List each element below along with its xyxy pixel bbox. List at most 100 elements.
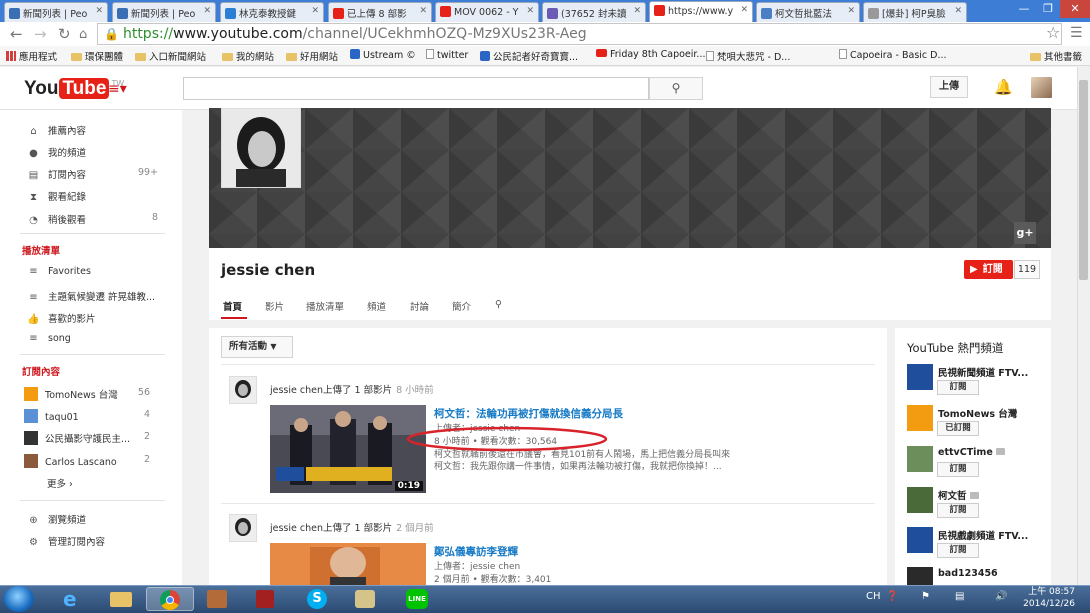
popular-channel-thumbnail[interactable] — [907, 405, 933, 431]
subscribe-button[interactable]: ▶ 訂閱 — [964, 260, 1013, 279]
sidebar-item[interactable]: ⧗ 觀看紀錄 — [27, 189, 86, 203]
popular-channel-subscribe-button[interactable]: 訂閱 — [937, 543, 979, 558]
sidebar-more-link[interactable]: 更多 › — [47, 476, 73, 490]
tab-close-icon[interactable]: ✕ — [526, 6, 534, 16]
avatar[interactable] — [1031, 77, 1052, 98]
feed-avatar[interactable] — [229, 376, 257, 404]
flag-icon[interactable]: ⚑ — [921, 591, 930, 602]
browser-tab[interactable]: [爆卦] 柯P臭臉 ✕ — [863, 2, 967, 22]
sidebar-playlist-item[interactable]: ≡ Favorites — [27, 266, 91, 277]
chrome-taskbar-icon[interactable] — [146, 587, 194, 611]
bookmark-item[interactable]: 梵唄大悲咒 - D... — [706, 49, 790, 63]
language-indicator[interactable]: CH — [866, 591, 881, 602]
channel-tab[interactable]: 頻道 — [367, 299, 386, 313]
minimize-icon[interactable]: — — [1012, 0, 1036, 18]
channel-tab[interactable]: 首頁 — [223, 299, 242, 313]
channel-tab[interactable]: 討論 — [410, 299, 429, 313]
popular-channel-thumbnail[interactable] — [907, 487, 933, 513]
channel-tab[interactable]: 影片 — [265, 299, 284, 313]
feed-actor[interactable]: jessie chen上傳了 1 部影片 — [270, 385, 392, 396]
sidebar-playlist-item[interactable]: ≡ 主題氣候變遷 許晃雄教... — [27, 289, 155, 303]
media-taskbar-icon[interactable] — [242, 587, 290, 611]
browser-tab[interactable]: (37652 封未讀 ✕ — [542, 2, 646, 22]
channel-tab[interactable]: 簡介 — [452, 299, 471, 313]
address-bar[interactable]: 🔒 https://www.youtube.com/channel/UCekhmh… — [97, 23, 1062, 45]
bookmark-item[interactable]: Ustream © — [350, 49, 416, 61]
browser-tab[interactable]: 新聞列表 | Peo ✕ — [4, 2, 108, 22]
bookmark-item[interactable]: 入口新聞網站 — [135, 49, 206, 63]
bookmark-item[interactable]: 我的網站 — [222, 49, 274, 63]
channel-search-icon[interactable]: ⚲ — [495, 299, 502, 310]
browser-tab[interactable]: 柯文哲批藍法 ✕ — [756, 2, 860, 22]
line-taskbar-icon[interactable]: LINE — [393, 587, 441, 611]
popular-channel-name[interactable]: 民視戲劇頻道 FTV... — [938, 528, 1028, 542]
bookmark-item[interactable]: 好用網站 — [286, 49, 338, 63]
browser-tab[interactable]: 林克泰教授鍵 ✕ — [220, 2, 324, 22]
bookmark-item[interactable]: 其他書籤 — [1030, 49, 1082, 63]
popular-channel-name[interactable]: bad123456 — [938, 568, 998, 579]
sidebar-subscription-item[interactable]: 公民攝影守護民主... — [24, 431, 130, 445]
tab-close-icon[interactable]: ✕ — [203, 6, 211, 16]
browser-tab[interactable]: 已上傳 8 部影 ✕ — [328, 2, 432, 22]
popular-channel-subscribe-button[interactable]: 訂閱 — [937, 503, 979, 518]
activity-filter-dropdown[interactable]: 所有活動 ▼ — [221, 336, 293, 358]
paint-taskbar-icon[interactable] — [342, 587, 390, 611]
home-button-icon[interactable]: ⌂ — [79, 27, 87, 42]
ie-taskbar-icon[interactable]: e — [50, 587, 98, 611]
popular-channel-thumbnail[interactable] — [907, 527, 933, 553]
maximize-icon[interactable]: ❐ — [1036, 0, 1060, 18]
sidebar-item[interactable]: ⌂ 推薦內容 — [27, 123, 86, 137]
sidebar-subscription-item[interactable]: taqu01 — [24, 409, 79, 423]
search-input[interactable] — [183, 77, 649, 100]
popular-channel-subscribe-button[interactable]: 已訂閱 — [937, 421, 979, 436]
back-icon[interactable]: ← — [10, 25, 23, 43]
manage-subscriptions-link[interactable]: ⚙ 管理訂閱內容 — [27, 534, 105, 548]
sidebar-item[interactable]: ● 我的頻道 — [27, 145, 86, 159]
network-icon[interactable]: ▤ — [955, 591, 964, 602]
popular-channel-name[interactable]: ettvCTime — [938, 447, 1005, 458]
channel-avatar[interactable] — [221, 108, 301, 188]
menu-icon[interactable]: ☰ — [1070, 25, 1083, 41]
tab-close-icon[interactable]: ✕ — [95, 6, 103, 16]
bookmark-item[interactable]: 公民記者好奇寶寶... — [480, 49, 578, 63]
feed-avatar[interactable] — [229, 514, 257, 542]
video-title-link[interactable]: 鄭弘儀專訪李登輝 — [434, 544, 518, 559]
feed-actor[interactable]: jessie chen上傳了 1 部影片 — [270, 523, 392, 534]
bookmark-item[interactable]: Friday 8th Capoeir... — [596, 49, 706, 60]
app-taskbar-icon[interactable] — [194, 587, 242, 611]
guide-menu-icon[interactable]: ≡▾ — [108, 81, 127, 97]
sidebar-playlist-item[interactable]: 👍 喜歡的影片 — [27, 311, 95, 325]
volume-icon[interactable]: 🔊 — [995, 591, 1007, 602]
star-icon[interactable]: ☆ — [1046, 23, 1060, 42]
sidebar-item[interactable]: ▤ 訂閱內容 — [27, 167, 86, 181]
popular-channel-name[interactable]: 柯文哲 — [938, 488, 979, 502]
google-plus-icon[interactable]: g+ — [1014, 222, 1036, 244]
video-thumbnail[interactable] — [270, 543, 426, 589]
popular-channel-subscribe-button[interactable]: 訂閱 — [937, 380, 979, 395]
browse-channels-link[interactable]: ⊕ 瀏覽頻道 — [27, 512, 86, 526]
tab-close-icon[interactable]: ✕ — [419, 6, 427, 16]
sidebar-subscription-item[interactable]: Carlos Lascano — [24, 454, 117, 468]
popular-channel-thumbnail[interactable] — [907, 364, 933, 390]
explorer-taskbar-icon[interactable] — [98, 587, 146, 611]
upload-button[interactable]: 上傳 — [930, 76, 968, 98]
bell-icon[interactable]: 🔔 — [994, 78, 1013, 96]
forward-icon[interactable]: → — [34, 25, 47, 43]
tab-close-icon[interactable]: ✕ — [847, 6, 855, 16]
bookmark-item[interactable]: twitter — [426, 49, 468, 61]
search-button[interactable]: ⚲ — [649, 77, 703, 100]
system-clock[interactable]: 上午 08:57 2014/12/26 — [1015, 586, 1075, 610]
tab-close-icon[interactable]: ✕ — [633, 6, 641, 16]
video-title-link[interactable]: 柯文哲：法輪功再被打傷就換信義分局長 — [434, 406, 623, 421]
sidebar-subscription-item[interactable]: TomoNews 台灣 — [24, 387, 118, 401]
bookmark-item[interactable]: 環保團體 — [71, 49, 123, 63]
tab-close-icon[interactable]: ✕ — [311, 6, 319, 16]
sidebar-playlist-item[interactable]: ≡ song — [27, 333, 71, 344]
popular-channel-name[interactable]: 民視新聞頻道 FTV... — [938, 365, 1028, 379]
scrollbar-thumb[interactable] — [1079, 80, 1088, 280]
close-window-icon[interactable]: ✕ — [1060, 0, 1090, 18]
help-icon[interactable]: ❓ — [886, 591, 898, 602]
channel-tab[interactable]: 播放清單 — [306, 299, 344, 313]
video-thumbnail[interactable]: 0:19 — [270, 405, 426, 493]
popular-channel-subscribe-button[interactable]: 訂閱 — [937, 462, 979, 477]
